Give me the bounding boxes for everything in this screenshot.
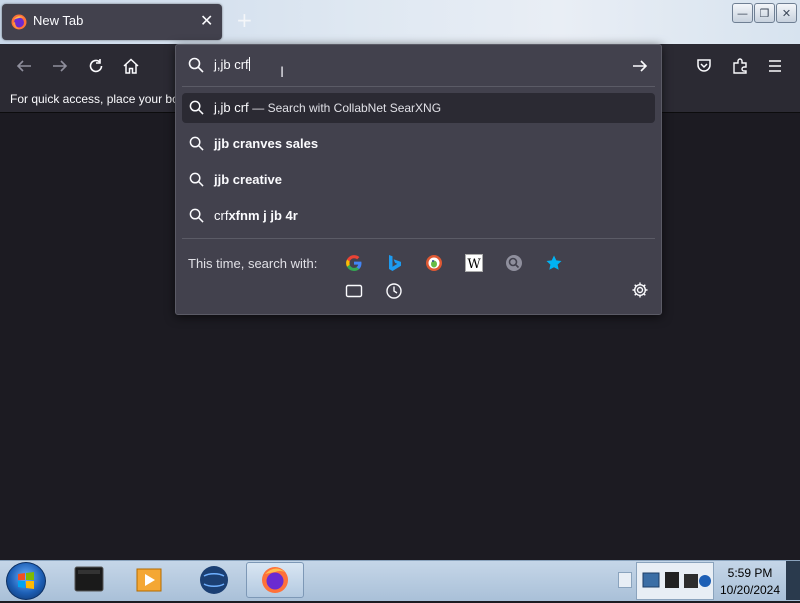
url-input-text[interactable]: j,jb crf <box>214 57 250 72</box>
url-value: j,jb crf <box>214 57 249 72</box>
suggestion-query: j,jb crf <box>214 100 249 115</box>
search-icon <box>189 172 204 187</box>
history-icon[interactable] <box>384 281 404 301</box>
extensions-icon[interactable] <box>729 55 751 77</box>
divider <box>182 238 655 239</box>
windows-logo-icon <box>18 572 34 589</box>
taskbar-app-media-player[interactable] <box>122 562 178 598</box>
new-tab-button[interactable]: + <box>236 10 253 30</box>
bookmarks-star-icon[interactable] <box>544 253 564 273</box>
suggestion-completion: xfnm j jb 4r <box>228 208 298 223</box>
media-player-icon <box>136 568 162 592</box>
ibeam-cursor-icon: Ι <box>280 65 285 81</box>
wikipedia-icon[interactable]: W <box>464 253 484 273</box>
taskbar-app-firefox[interactable] <box>246 562 304 598</box>
searxng-icon[interactable] <box>504 253 524 273</box>
suggestion-text: j,jb crf — Search with CollabNet SearXNG <box>214 100 441 115</box>
restore-button[interactable]: ❐ <box>754 3 775 23</box>
tray-icons <box>642 572 711 588</box>
close-icon: ✕ <box>781 6 792 20</box>
pocket-icon[interactable] <box>693 55 715 77</box>
suggestion-engine-label: — Search with CollabNet SearXNG <box>252 101 442 115</box>
start-button[interactable] <box>6 562 46 600</box>
url-input[interactable]: j,jb crf Ι <box>176 45 661 87</box>
text-caret <box>248 57 250 71</box>
close-tab-icon[interactable]: ✕ <box>200 12 213 30</box>
reload-icon[interactable] <box>85 55 107 77</box>
google-icon[interactable] <box>344 253 364 273</box>
search-icon <box>189 208 204 223</box>
globe-icon <box>200 566 228 594</box>
bookmarks-hint: For quick access, place your bo <box>10 92 179 106</box>
go-arrow-icon[interactable] <box>631 57 649 75</box>
divider <box>182 86 655 87</box>
suggestion-prefix: crf <box>214 208 229 223</box>
clock-time[interactable]: 5:59 PM <box>712 566 788 580</box>
taskbar-app-network[interactable] <box>186 562 242 598</box>
show-hidden-icons-button[interactable] <box>618 572 632 588</box>
system-tray <box>636 562 714 600</box>
suggestion-item[interactable]: crfxfnm j jb 4r <box>182 201 655 231</box>
duckduckgo-icon[interactable] <box>424 253 444 273</box>
suggestion-item[interactable]: jjb cranves sales <box>182 129 655 159</box>
suggestion-search-engine[interactable]: j,jb crf — Search with CollabNet SearXNG <box>182 93 655 123</box>
suggestion-text: jjb creative <box>214 172 282 187</box>
tab-title: New Tab <box>33 13 84 28</box>
taskbar-app-terminal[interactable] <box>60 562 116 598</box>
tab-new-tab[interactable]: New Tab ✕ <box>2 4 222 40</box>
suggestion-text: jjb cranves sales <box>214 136 318 151</box>
search-icon <box>188 57 204 73</box>
urlbar-dropdown: j,jb crf Ι j,jb crf — Search with Collab… <box>175 44 662 315</box>
minimize-icon: — <box>737 6 748 20</box>
search-icon <box>189 100 204 115</box>
gear-icon[interactable] <box>631 281 649 299</box>
home-icon[interactable] <box>120 55 142 77</box>
show-desktop-button[interactable] <box>786 561 800 600</box>
terminal-icon <box>74 566 104 592</box>
tabs-icon[interactable] <box>344 281 364 301</box>
firefox-icon <box>11 14 27 30</box>
firefox-icon <box>262 567 288 593</box>
search-icon <box>189 136 204 151</box>
suggestion-completion: jjb cranves sales <box>214 136 319 151</box>
bing-icon[interactable] <box>384 253 404 273</box>
close-window-button[interactable]: ✕ <box>776 3 797 23</box>
suggestion-item[interactable]: jjb creative <box>182 165 655 195</box>
svg-text:W: W <box>467 257 481 272</box>
forward-arrow-icon[interactable] <box>49 55 71 77</box>
back-arrow-icon[interactable] <box>13 55 35 77</box>
clock-date[interactable]: 10/20/2024 <box>712 583 788 597</box>
minimize-button[interactable]: — <box>732 3 753 23</box>
restore-icon: ❐ <box>759 6 770 20</box>
search-with-label: This time, search with: <box>188 256 318 271</box>
suggestion-text: crfxfnm j jb 4r <box>214 208 298 223</box>
hamburger-menu-icon[interactable] <box>764 55 786 77</box>
suggestion-completion: jjb creative <box>214 172 282 187</box>
